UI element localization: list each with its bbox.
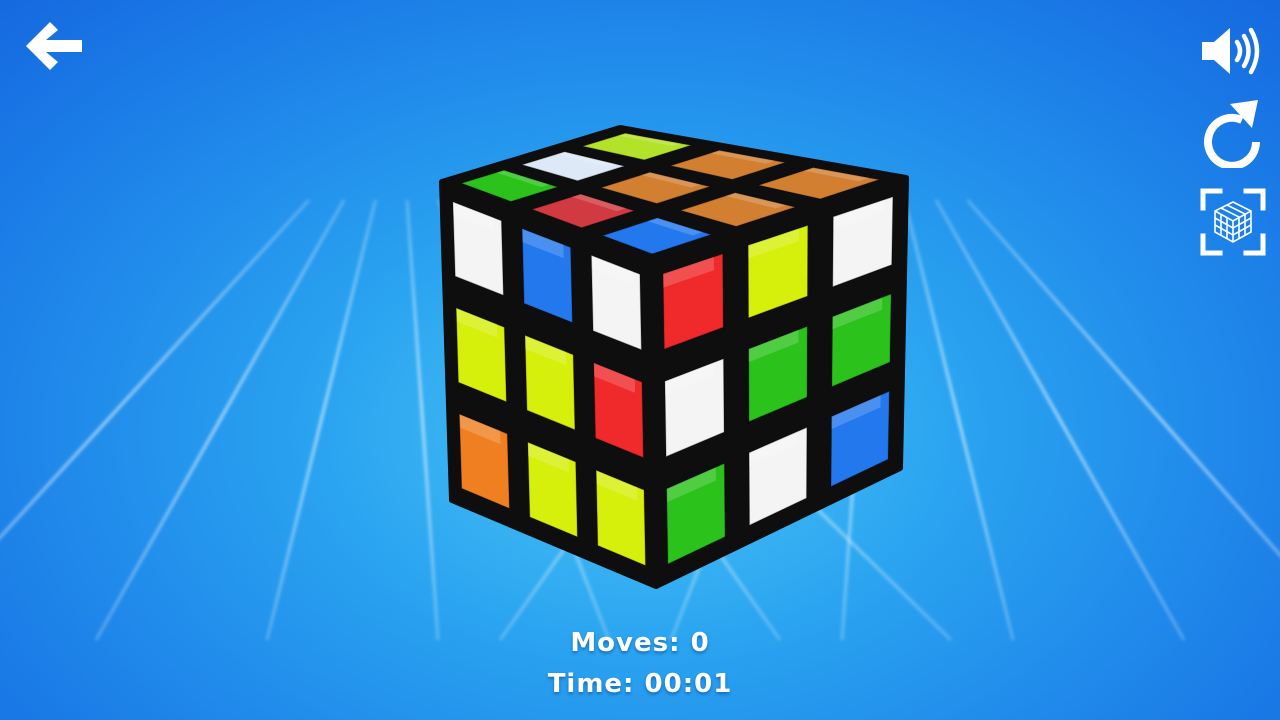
grid-line: [405, 199, 440, 641]
restart-button[interactable]: [1200, 98, 1264, 170]
grid-line: [934, 199, 1186, 641]
rubiks-cube[interactable]: [439, 125, 909, 589]
cube-view-button[interactable]: [1200, 188, 1266, 256]
time-label: Time:: [547, 669, 635, 699]
back-arrow-icon: [26, 22, 82, 70]
moves-value: 0: [690, 628, 710, 658]
cube-frame-icon: [1200, 188, 1266, 256]
grid-line: [94, 199, 346, 641]
grid-line: [265, 199, 377, 641]
sound-button[interactable]: [1200, 26, 1262, 76]
moves-counter: Moves: 0: [0, 628, 1280, 658]
grid-line: [966, 199, 1280, 558]
grid-line: [903, 199, 1015, 641]
moves-label: Moves:: [570, 628, 681, 658]
time-value: 00:01: [644, 669, 733, 699]
game-scene: [0, 125, 1280, 642]
speaker-volume-icon: [1202, 27, 1260, 75]
back-button[interactable]: [22, 20, 86, 74]
restart-icon: [1204, 100, 1260, 170]
timer: Time: 00:01: [0, 669, 1280, 699]
grid-line: [0, 198, 311, 540]
